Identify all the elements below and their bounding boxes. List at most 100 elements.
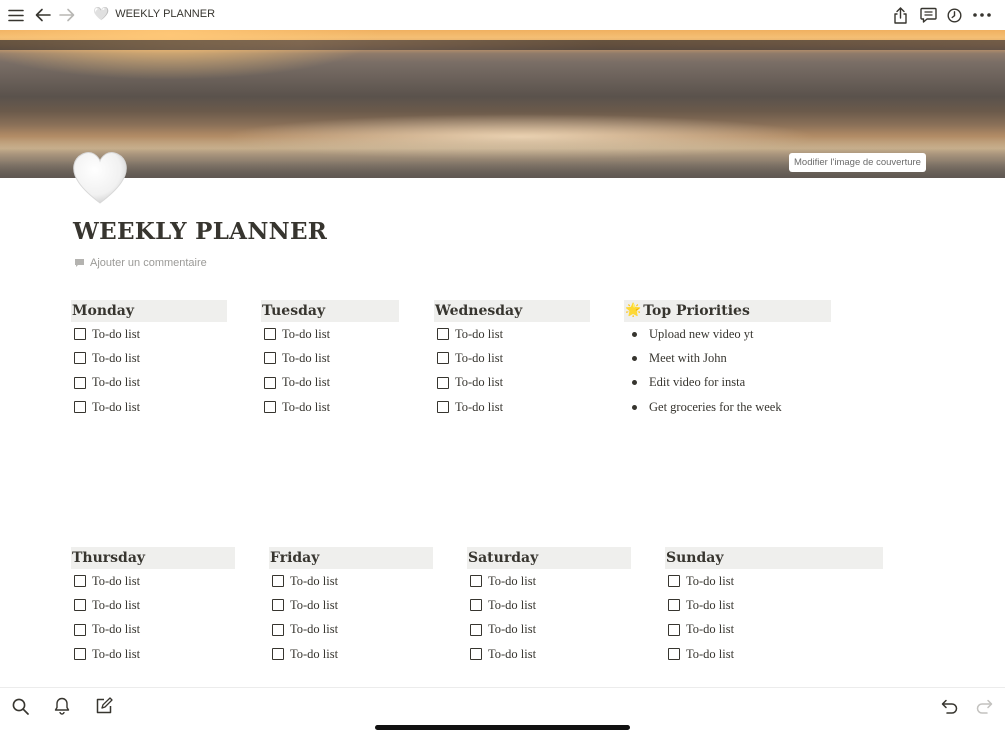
- checkbox[interactable]: [470, 575, 482, 588]
- search-icon[interactable]: [9, 695, 31, 717]
- list-item[interactable]: Meet with John: [624, 346, 831, 370]
- checkbox[interactable]: [264, 401, 276, 414]
- checkbox[interactable]: [74, 623, 86, 636]
- comments-icon[interactable]: [917, 4, 939, 26]
- checkbox[interactable]: [264, 328, 276, 341]
- list-item[interactable]: Upload new video yt: [624, 322, 831, 346]
- comment-icon: [75, 259, 84, 267]
- monday-column: Monday To-do list To-do list To-do list …: [71, 300, 227, 419]
- breadcrumb[interactable]: 🤍 WEEKLY PLANNER: [93, 7, 215, 20]
- change-cover-button[interactable]: Modifier l'image de couverture: [789, 153, 926, 172]
- checkbox[interactable]: [437, 376, 449, 389]
- todo-item[interactable]: To-do list: [434, 371, 590, 395]
- sunday-header[interactable]: Sunday: [665, 547, 883, 569]
- redo-icon[interactable]: [973, 695, 995, 717]
- todo-item[interactable]: To-do list: [71, 395, 227, 419]
- todo-item[interactable]: To-do list: [269, 618, 433, 642]
- saturday-column: Saturday To-do list To-do list To-do lis…: [467, 547, 631, 666]
- page-title[interactable]: WEEKLY PLANNER: [73, 218, 327, 245]
- todo-item[interactable]: To-do list: [71, 569, 235, 593]
- checkbox[interactable]: [264, 376, 276, 389]
- checkbox[interactable]: [437, 328, 449, 341]
- bottom-toolbar: [0, 687, 1005, 734]
- checkbox[interactable]: [74, 575, 86, 588]
- sunset-glow: [0, 30, 380, 80]
- todo-item[interactable]: To-do list: [467, 593, 631, 617]
- todo-item[interactable]: To-do list: [467, 642, 631, 666]
- todo-item[interactable]: To-do list: [467, 569, 631, 593]
- tuesday-column: Tuesday To-do list To-do list To-do list…: [261, 300, 399, 419]
- list-item[interactable]: Edit video for insta: [624, 371, 831, 395]
- checkbox[interactable]: [668, 575, 680, 588]
- todo-item[interactable]: To-do list: [71, 593, 235, 617]
- checkbox[interactable]: [272, 648, 284, 661]
- back-arrow-icon[interactable]: [32, 4, 54, 26]
- todo-item[interactable]: To-do list: [71, 371, 227, 395]
- checkbox[interactable]: [437, 401, 449, 414]
- todo-item[interactable]: To-do list: [261, 322, 399, 346]
- checkbox[interactable]: [74, 648, 86, 661]
- todo-item[interactable]: To-do list: [71, 618, 235, 642]
- todo-item[interactable]: To-do list: [71, 322, 227, 346]
- checkbox[interactable]: [470, 599, 482, 612]
- checkbox[interactable]: [668, 599, 680, 612]
- checkbox[interactable]: [74, 376, 86, 389]
- todo-item[interactable]: To-do list: [434, 322, 590, 346]
- forward-arrow-icon[interactable]: [56, 4, 78, 26]
- checkbox[interactable]: [272, 575, 284, 588]
- list-item[interactable]: Get groceries for the week: [624, 395, 831, 419]
- white-heart-icon[interactable]: [70, 148, 130, 208]
- tuesday-header[interactable]: Tuesday: [261, 300, 399, 322]
- todo-item[interactable]: To-do list: [665, 642, 883, 666]
- checkbox[interactable]: [470, 623, 482, 636]
- checkbox[interactable]: [668, 648, 680, 661]
- add-comment-label: Ajouter un commentaire: [90, 257, 207, 269]
- checkbox[interactable]: [470, 648, 482, 661]
- top-priorities-header[interactable]: 🌟 Top Priorities: [624, 300, 831, 322]
- new-page-icon[interactable]: [93, 695, 115, 717]
- friday-header[interactable]: Friday: [269, 547, 433, 569]
- checkbox[interactable]: [437, 352, 449, 365]
- bell-icon[interactable]: [51, 695, 73, 717]
- saturday-header[interactable]: Saturday: [467, 547, 631, 569]
- checkbox[interactable]: [668, 623, 680, 636]
- checkbox[interactable]: [74, 401, 86, 414]
- checkbox[interactable]: [272, 623, 284, 636]
- checkbox[interactable]: [74, 328, 86, 341]
- wednesday-header[interactable]: Wednesday: [434, 300, 590, 322]
- undo-icon[interactable]: [938, 695, 960, 717]
- todo-item[interactable]: To-do list: [467, 618, 631, 642]
- menu-icon[interactable]: [5, 4, 27, 26]
- star-icon: 🌟: [625, 303, 642, 318]
- checkbox[interactable]: [74, 352, 86, 365]
- cover-image: Modifier l'image de couverture: [0, 30, 1005, 178]
- thursday-column: Thursday To-do list To-do list To-do lis…: [71, 547, 235, 666]
- todo-item[interactable]: To-do list: [665, 569, 883, 593]
- checkbox[interactable]: [74, 599, 86, 612]
- todo-item[interactable]: To-do list: [269, 642, 433, 666]
- share-icon[interactable]: [889, 4, 911, 26]
- checkbox[interactable]: [264, 352, 276, 365]
- more-options-icon[interactable]: [971, 4, 993, 26]
- todo-item[interactable]: To-do list: [665, 618, 883, 642]
- todo-item[interactable]: To-do list: [665, 593, 883, 617]
- todo-item[interactable]: To-do list: [434, 395, 590, 419]
- todo-item[interactable]: To-do list: [269, 569, 433, 593]
- todo-item[interactable]: To-do list: [261, 346, 399, 370]
- add-comment-button[interactable]: Ajouter un commentaire: [74, 257, 207, 269]
- clock-history-icon[interactable]: [943, 4, 965, 26]
- monday-header[interactable]: Monday: [71, 300, 227, 322]
- todo-item[interactable]: To-do list: [71, 346, 227, 370]
- checkbox[interactable]: [272, 599, 284, 612]
- todo-item[interactable]: To-do list: [261, 395, 399, 419]
- bullet-dot: [632, 404, 637, 410]
- breadcrumb-title: WEEKLY PLANNER: [115, 7, 216, 20]
- thursday-header[interactable]: Thursday: [71, 547, 235, 569]
- todo-item[interactable]: To-do list: [434, 346, 590, 370]
- todo-item[interactable]: To-do list: [261, 371, 399, 395]
- todo-item[interactable]: To-do list: [71, 642, 235, 666]
- home-indicator: [375, 725, 630, 730]
- todo-item[interactable]: To-do list: [269, 593, 433, 617]
- top-priorities-column: 🌟 Top Priorities Upload new video yt Mee…: [624, 300, 831, 419]
- sunday-column: Sunday To-do list To-do list To-do list …: [665, 547, 883, 666]
